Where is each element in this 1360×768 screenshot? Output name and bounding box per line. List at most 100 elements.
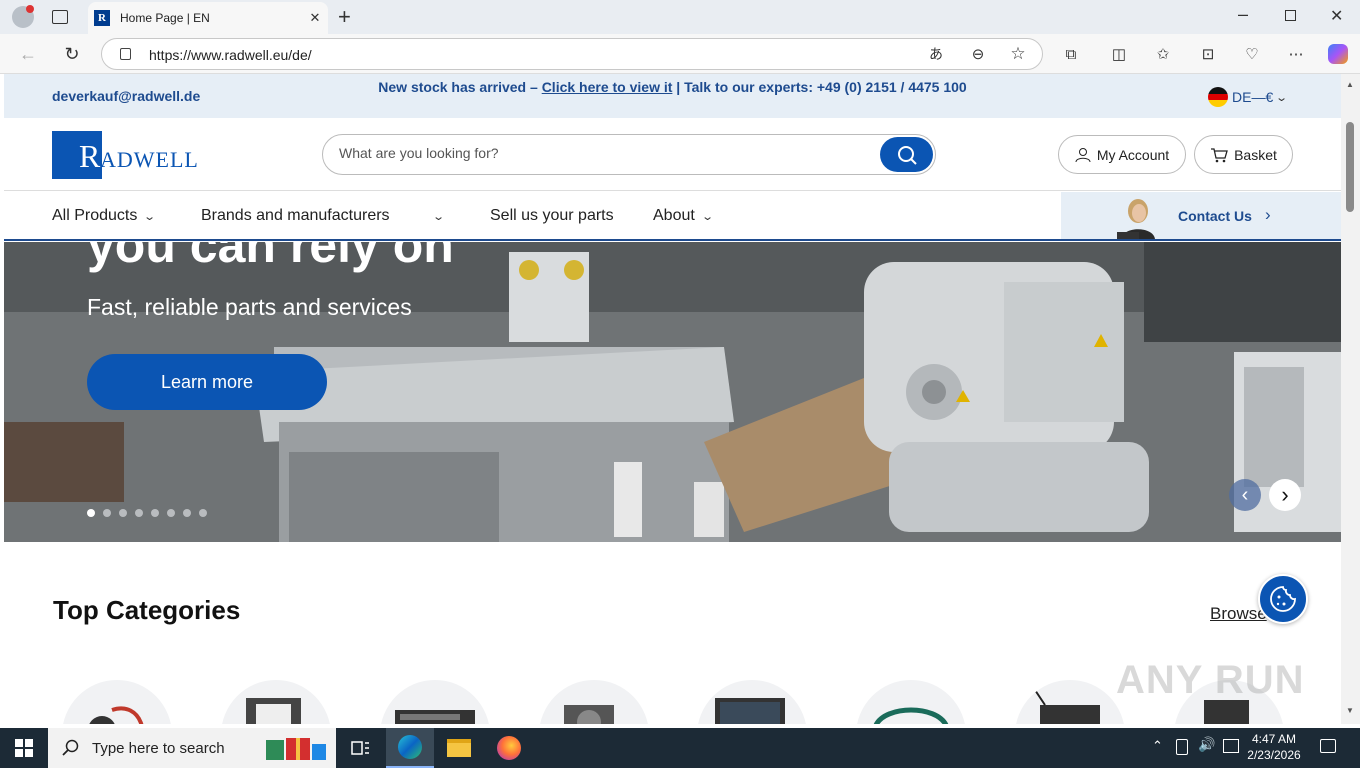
language-selector[interactable]: DE—€ ⌄ (1208, 87, 1289, 107)
learn-more-button[interactable]: Learn more (87, 354, 327, 410)
gifts-icon (264, 734, 328, 762)
lock-icon[interactable] (120, 48, 131, 60)
search-input[interactable] (339, 145, 869, 161)
start-button[interactable] (0, 728, 48, 768)
category-item[interactable] (697, 680, 807, 724)
page-scrollbar[interactable]: ▲ ▼ (1341, 74, 1360, 724)
nav-all-products[interactable]: All Products ⌄ (52, 207, 157, 225)
scrollbar-thumb[interactable] (1346, 122, 1354, 212)
file-explorer-taskbar-app[interactable] (435, 728, 483, 768)
carousel-dot[interactable] (199, 509, 207, 517)
read-aloud-icon[interactable]: あ (924, 42, 948, 66)
scroll-up-icon[interactable]: ▲ (1346, 80, 1354, 89)
chevron-down-icon: ⌄ (143, 210, 157, 223)
chevron-down-icon: ⌄ (1275, 91, 1289, 104)
refresh-icon[interactable]: ↻ (60, 42, 84, 66)
favorites-icon[interactable]: ✩ (1151, 42, 1175, 66)
chevron-left-icon: ‹ (1241, 483, 1249, 506)
clock-time: 4:47 AM (1251, 732, 1297, 746)
tab-actions-icon[interactable] (52, 10, 68, 24)
windows-taskbar: Type here to search ⌃ 🔊 4:47 AM 2/23/202… (0, 728, 1360, 768)
browser-essentials-icon[interactable]: ♡ (1240, 42, 1264, 66)
cart-icon (1211, 147, 1228, 162)
browse-link[interactable]: Browse (1210, 604, 1267, 624)
carousel-dot[interactable] (151, 509, 159, 517)
carousel-dot[interactable] (119, 509, 127, 517)
category-item[interactable] (1015, 680, 1125, 724)
edge-taskbar-app[interactable] (386, 728, 434, 768)
contact-us-link[interactable]: Contact Us › (1061, 192, 1341, 239)
nav-about-label: About (653, 207, 695, 224)
folder-icon (447, 739, 471, 757)
taskbar-search[interactable]: Type here to search (48, 728, 336, 768)
input-indicator-icon[interactable] (1223, 739, 1239, 753)
hero-carousel: you can rely on Fast, reliable parts and… (4, 242, 1341, 542)
view-stock-link[interactable]: Click here to view it (542, 79, 673, 95)
basket-button[interactable]: Basket (1194, 135, 1293, 174)
top-categories-heading: Top Categories (53, 595, 241, 625)
promo-prefix: New stock has arrived – (378, 79, 542, 95)
collections-icon[interactable]: ⊡ (1196, 42, 1220, 66)
category-item[interactable] (62, 680, 172, 724)
radwell-favicon: R (94, 10, 110, 26)
back-icon[interactable]: ← (16, 42, 40, 66)
taskbar-clock[interactable]: 4:47 AM 2/23/2026 (1246, 731, 1302, 763)
site-header: R ADWELL My Account (4, 118, 1341, 191)
favorite-star-icon[interactable]: ☆ (1006, 42, 1030, 66)
search-button[interactable] (880, 137, 933, 172)
network-icon[interactable] (1176, 739, 1188, 755)
svg-text:R: R (79, 138, 101, 174)
chevron-right-icon: › (1265, 205, 1271, 224)
promo-bar: deverkauf@radwell.de New stock has arriv… (4, 74, 1341, 118)
browser-tab[interactable]: R Home Page | EN ✕ (88, 2, 328, 34)
promo-message: New stock has arrived – Click here to vi… (4, 79, 1341, 95)
nav-about[interactable]: About ⌄ (653, 207, 714, 225)
address-bar[interactable]: https://www.radwell.eu/de/ あ ⊖ ☆ (101, 38, 1043, 70)
extensions-icon[interactable]: ⧉ (1059, 42, 1083, 66)
category-item[interactable] (380, 680, 490, 724)
split-screen-icon[interactable]: ◫ (1107, 42, 1131, 66)
my-account-label: My Account (1096, 146, 1170, 163)
close-window-icon[interactable]: ✕ (1330, 6, 1343, 26)
carousel-prev-button[interactable]: ‹ (1229, 479, 1261, 511)
url-text[interactable]: https://www.radwell.eu/de/ (149, 47, 312, 63)
volume-icon[interactable]: 🔊 (1198, 736, 1215, 753)
browser-titlebar: R Home Page | EN ✕ + – ✕ (0, 0, 1360, 34)
chevron-up-icon[interactable]: ⌃ (1152, 738, 1163, 754)
more-tools-icon[interactable]: ⊖ (966, 42, 990, 66)
task-view-icon (351, 741, 369, 755)
task-view-button[interactable] (336, 728, 384, 768)
category-item[interactable] (856, 680, 966, 724)
settings-menu-icon[interactable]: ⋯ (1284, 42, 1308, 66)
carousel-dot[interactable] (135, 509, 143, 517)
user-icon (1075, 147, 1091, 162)
my-account-button[interactable]: My Account (1058, 135, 1186, 174)
new-tab-icon[interactable]: + (338, 4, 351, 30)
taskbar-search-placeholder: Type here to search (92, 739, 225, 757)
carousel-dot[interactable] (87, 509, 95, 517)
radwell-logo[interactable]: R ADWELL (52, 131, 202, 179)
search-icon (897, 145, 917, 165)
minimize-icon[interactable]: – (1238, 4, 1248, 25)
browser-toolbar: ← ↻ https://www.radwell.eu/de/ あ ⊖ ☆ ⧉ ◫… (0, 34, 1360, 74)
carousel-dot[interactable] (103, 509, 111, 517)
notifications-icon[interactable] (1320, 739, 1336, 753)
cookie-settings-button[interactable] (1258, 574, 1308, 624)
close-tab-icon[interactable]: ✕ (302, 10, 328, 26)
category-item[interactable] (539, 680, 649, 724)
category-item[interactable] (221, 680, 331, 724)
restore-icon[interactable] (1285, 10, 1296, 21)
nav-brands[interactable]: Brands and manufacturers ⌄ (201, 207, 445, 225)
firefox-taskbar-app[interactable] (485, 728, 533, 768)
nav-sell-parts-label: Sell us your parts (490, 207, 614, 224)
search-box (322, 134, 936, 175)
copilot-icon[interactable] (1326, 42, 1350, 66)
language-label: DE—€ (1232, 89, 1274, 105)
nav-sell-parts[interactable]: Sell us your parts (490, 207, 614, 225)
carousel-dot[interactable] (167, 509, 175, 517)
carousel-next-button[interactable]: › (1269, 479, 1301, 511)
profile-icon[interactable] (12, 5, 34, 28)
search-icon (62, 739, 79, 756)
carousel-dot[interactable] (183, 509, 191, 517)
scroll-down-icon[interactable]: ▼ (1346, 706, 1354, 715)
